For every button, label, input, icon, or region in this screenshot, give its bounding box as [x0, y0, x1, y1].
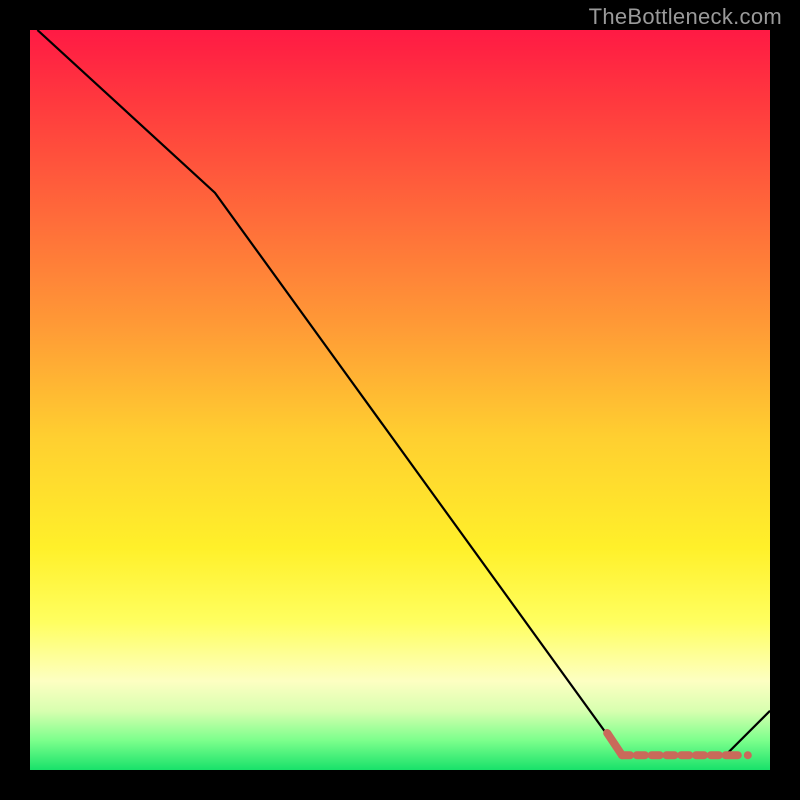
- chart-stage: TheBottleneck.com: [0, 0, 800, 800]
- plot-area: [30, 30, 770, 770]
- watermark-text: TheBottleneck.com: [589, 4, 782, 30]
- bottleneck-curve-line: [37, 30, 770, 755]
- chart-overlay: [30, 30, 770, 770]
- highlight-dashes: [607, 733, 752, 759]
